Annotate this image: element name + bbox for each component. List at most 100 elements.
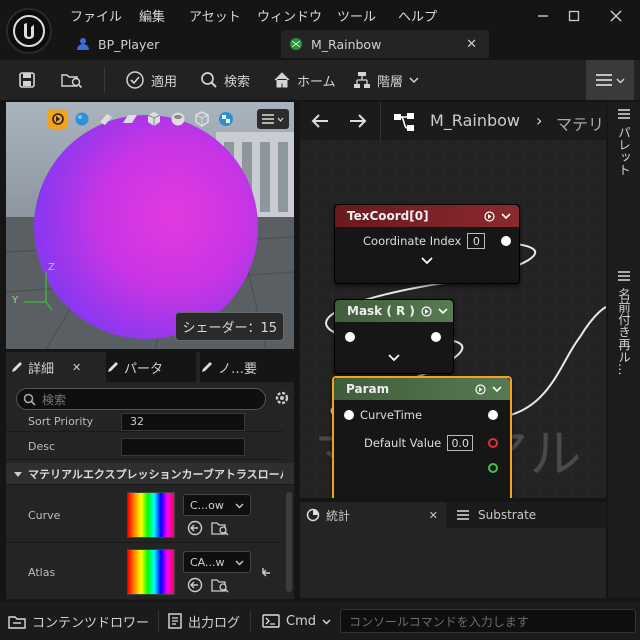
preview-toggle-icon[interactable] <box>484 210 495 222</box>
collapse-node-icon[interactable] <box>501 211 511 221</box>
atlas-asset-dropdown[interactable]: CA...w <box>183 551 251 573</box>
tab-bp-player[interactable]: BP_Player <box>70 30 278 58</box>
tab-parameters[interactable]: パータ <box>106 352 196 382</box>
cube-preview-icon[interactable] <box>144 109 163 129</box>
tab-stats[interactable]: 統計 ✕ <box>300 502 446 528</box>
param-node[interactable]: Param CurveTime Default Value 0.0 <box>332 376 512 498</box>
divider <box>104 68 105 92</box>
use-selected-arrow-icon[interactable] <box>187 577 203 593</box>
chevron-down-icon <box>409 75 419 85</box>
mesh-preview-icon[interactable] <box>192 109 211 129</box>
unreal-logo-icon[interactable] <box>6 8 52 54</box>
coordinate-index-field[interactable]: 0 <box>467 233 486 249</box>
content-drawer-button[interactable]: コンテンツドロワー <box>8 602 149 640</box>
save-button[interactable] <box>18 60 36 100</box>
use-selected-arrow-icon[interactable] <box>187 520 203 536</box>
expand-node-icon[interactable] <box>335 352 453 362</box>
menu-tools[interactable]: ツール <box>337 6 376 25</box>
output-log-button[interactable]: 出力ログ <box>168 602 240 640</box>
tab-overview[interactable]: ノ…要 <box>200 352 294 382</box>
content-drawer-label: コンテンツドロワー <box>32 615 150 631</box>
minimize-button[interactable] <box>530 6 556 26</box>
reset-to-default-icon[interactable] <box>259 565 273 579</box>
back-arrow-icon[interactable] <box>310 112 330 130</box>
preview-toggle-icon[interactable] <box>475 383 486 395</box>
search-icon <box>23 393 36 406</box>
sphere-preview-icon[interactable] <box>72 109 91 129</box>
atlas-thumbnail[interactable] <box>127 549 183 595</box>
named-reroute-label: 名前付き再ル… <box>616 288 631 376</box>
breadcrumb-material[interactable]: マテリ <box>556 111 604 135</box>
default-value-field[interactable]: 0.0 <box>447 435 474 451</box>
tab-substrate[interactable]: Substrate <box>452 502 602 528</box>
material-graph-canvas[interactable]: M_Rainbow › マテリ TexCoord[0] Coordinate I… <box>300 102 606 498</box>
close-window-button[interactable] <box>603 6 629 26</box>
blueprint-person-icon <box>76 37 90 51</box>
breadcrumb-m-rainbow[interactable]: M_Rainbow <box>430 111 520 130</box>
menu-asset[interactable]: アセット <box>189 6 241 25</box>
output-pin[interactable] <box>501 236 512 246</box>
tab-close-icon[interactable]: ✕ <box>466 37 477 52</box>
preview-toggle-icon[interactable] <box>421 305 432 317</box>
cylinder-preview-icon[interactable] <box>168 109 187 129</box>
viewport-options-button[interactable] <box>256 109 290 129</box>
sort-priority-field[interactable]: 32 <box>121 412 245 431</box>
realtime-toggle-icon[interactable] <box>48 109 68 129</box>
curve-asset-dropdown[interactable]: C...ow <box>183 494 251 516</box>
menu-file[interactable]: ファイル <box>70 6 122 25</box>
search-button[interactable]: 検索 <box>200 60 250 100</box>
coordinate-index-label: Coordinate Index <box>363 234 462 248</box>
tab-close-icon[interactable]: ✕ <box>72 361 81 374</box>
palette-tab[interactable]: パレット <box>614 108 633 176</box>
settings-gear-icon[interactable] <box>274 390 290 406</box>
cmd-dropdown[interactable]: Cmd <box>262 602 331 640</box>
mask-node[interactable]: Mask ( R ) <box>334 299 454 374</box>
output-pin[interactable] <box>431 332 441 342</box>
details-search-input[interactable]: 検索 <box>16 388 266 410</box>
browse-asset-icon[interactable] <box>211 577 229 593</box>
chevron-down-icon <box>616 76 625 85</box>
apply-button[interactable]: 適用 <box>125 60 177 100</box>
node-title: Mask ( R ) <box>347 304 415 318</box>
rainbow-gradient-thumbnail <box>127 492 175 538</box>
quad-preview-icon[interactable] <box>120 109 139 129</box>
menu-edit[interactable]: 編集 <box>139 6 165 25</box>
section-header[interactable]: マテリアルエクスプレッションカーブアトラスローパラ <box>6 463 294 485</box>
desc-field[interactable] <box>121 437 245 456</box>
hierarchy-icon <box>353 71 371 89</box>
hierarchy-button[interactable]: 階層 <box>353 60 419 100</box>
menu-window[interactable]: ウィンドウ <box>257 6 322 25</box>
red-output-pin[interactable] <box>488 438 498 448</box>
texcoord-node[interactable]: TexCoord[0] Coordinate Index 0 <box>334 204 520 284</box>
curve-time-input-pin[interactable] <box>344 410 354 420</box>
property-row-atlas: Atlas CA...w <box>6 545 284 600</box>
node-title: TexCoord[0] <box>347 209 429 223</box>
maximize-button[interactable] <box>561 6 587 26</box>
output-pin[interactable] <box>488 410 498 420</box>
details-panel: 詳細 ✕ パータ ノ…要 検索 Sort Priority 32 Desc マテ… <box>6 352 294 600</box>
collapse-node-icon[interactable] <box>438 306 448 316</box>
browse-asset-icon[interactable] <box>211 520 229 536</box>
named-reroute-tab[interactable]: 名前付き再ル… <box>614 270 633 376</box>
console-placeholder: コンソールコマンドを入力します <box>349 614 529 629</box>
material-preview-viewport[interactable]: Z Y シェーダー：15 <box>6 102 294 349</box>
console-command-input[interactable]: コンソールコマンドを入力します <box>340 609 636 633</box>
details-scrollbar[interactable] <box>286 492 292 592</box>
collapse-node-icon[interactable] <box>492 384 502 394</box>
tab-m-rainbow[interactable]: M_Rainbow ✕ <box>281 30 489 58</box>
axis-y-label: Y <box>12 295 19 306</box>
forward-arrow-icon[interactable] <box>348 112 368 130</box>
layout-menu-button[interactable] <box>586 60 634 100</box>
input-pin[interactable] <box>345 332 355 342</box>
menu-help[interactable]: ヘルプ <box>398 6 437 25</box>
tab-label: ノ…要 <box>218 361 258 377</box>
checker-background-icon[interactable] <box>217 109 236 129</box>
plane-preview-icon[interactable] <box>96 109 115 129</box>
home-button[interactable]: ホーム <box>273 60 336 100</box>
expand-node-icon[interactable] <box>335 255 519 265</box>
tab-close-icon[interactable]: ✕ <box>429 509 438 522</box>
browse-button[interactable] <box>60 60 84 100</box>
tab-details[interactable]: 詳細 ✕ <box>10 352 100 382</box>
green-output-pin[interactable] <box>488 463 498 473</box>
curve-thumbnail[interactable] <box>127 492 183 538</box>
